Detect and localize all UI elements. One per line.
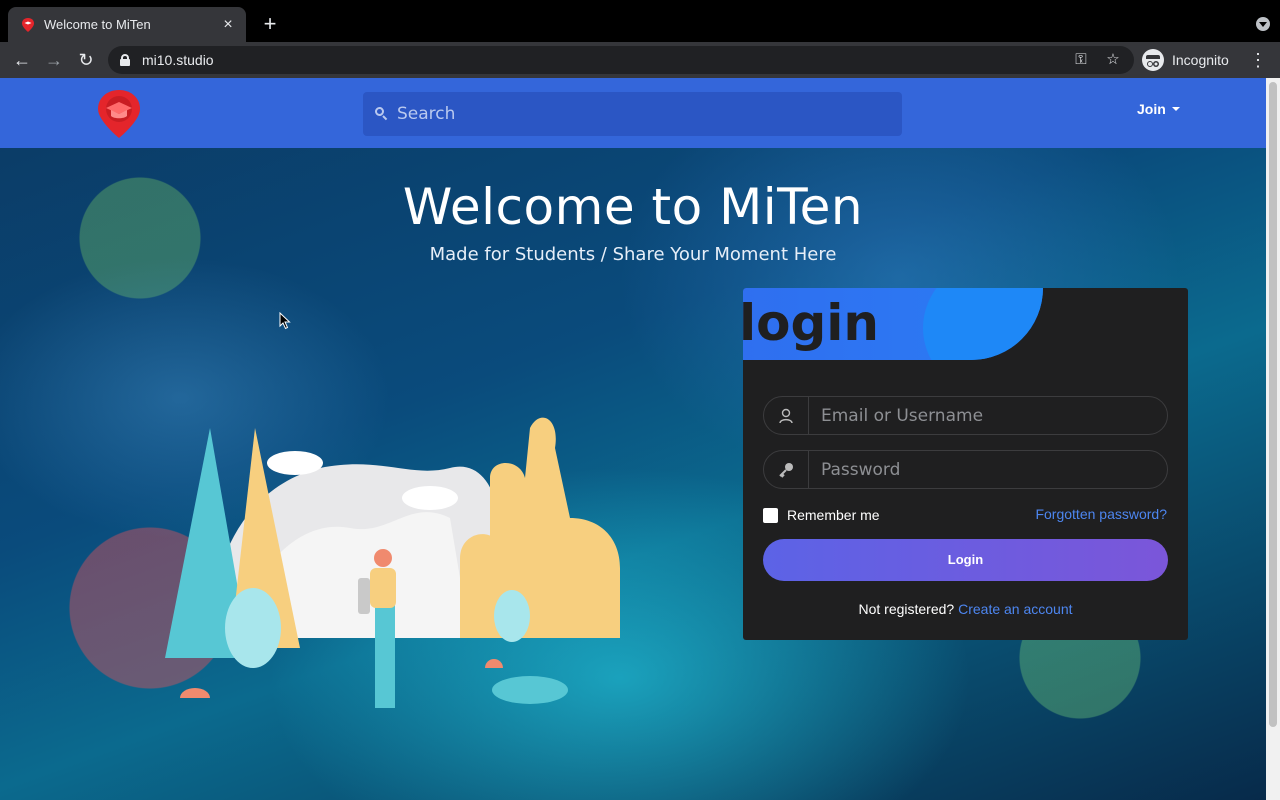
- login-button[interactable]: Login: [763, 539, 1168, 581]
- hero-illustration: [165, 417, 620, 708]
- tab-title: Welcome to MiTen: [44, 17, 151, 32]
- site-navbar: Join: [0, 78, 1266, 148]
- browser-tab[interactable]: Welcome to MiTen ×: [8, 7, 246, 42]
- create-account-link[interactable]: Create an account: [958, 601, 1072, 617]
- search-bar[interactable]: [363, 92, 902, 136]
- miten-logo-icon[interactable]: [96, 88, 142, 140]
- incognito-icon: [1142, 49, 1164, 71]
- forward-arrow-icon[interactable]: →: [42, 48, 66, 72]
- incognito-profile[interactable]: Incognito: [1142, 46, 1229, 74]
- incognito-label: Incognito: [1172, 52, 1229, 68]
- lock-icon: [120, 54, 130, 66]
- user-icon: [764, 397, 809, 434]
- password-field[interactable]: [763, 450, 1168, 489]
- reload-icon[interactable]: ↻: [74, 48, 98, 72]
- key-icon[interactable]: ⚿: [1071, 50, 1091, 70]
- search-input[interactable]: [397, 104, 877, 124]
- hero-title: Welcome to MiTen: [402, 178, 864, 236]
- back-arrow-icon[interactable]: ←: [10, 48, 34, 72]
- hero-subtitle: Made for Students / Share Your Moment He…: [429, 244, 837, 265]
- forgot-password-link[interactable]: Forgotten password?: [1035, 506, 1167, 522]
- remember-me-label: Remember me: [787, 507, 880, 523]
- password-input[interactable]: [809, 459, 1167, 480]
- page-viewport: Join Welcome to MiTen Made for Students …: [0, 78, 1266, 800]
- url-text: mi10.studio: [142, 52, 214, 68]
- address-bar[interactable]: mi10.studio ⚿ ☆: [108, 46, 1134, 74]
- key-icon: [764, 451, 809, 488]
- star-icon[interactable]: ☆: [1103, 50, 1123, 70]
- page-scrollbar[interactable]: [1266, 78, 1280, 800]
- email-input[interactable]: [809, 405, 1167, 426]
- mouse-cursor-icon: [279, 312, 291, 330]
- join-label: Join: [1137, 101, 1166, 117]
- register-prompt: Not registered? Create an account: [743, 601, 1188, 617]
- scrollbar-thumb[interactable]: [1269, 82, 1277, 727]
- login-title: login: [743, 294, 880, 352]
- chevron-down-icon: [1171, 107, 1180, 111]
- browser-menu-icon[interactable]: ⋮: [1248, 48, 1268, 72]
- email-field[interactable]: [763, 396, 1168, 435]
- browser-tab-strip: Welcome to MiTen × +: [0, 0, 1280, 42]
- remember-me[interactable]: Remember me: [763, 507, 880, 523]
- close-tab-icon[interactable]: ×: [220, 16, 236, 34]
- miten-favicon-icon: [22, 17, 34, 32]
- remember-me-checkbox[interactable]: [763, 507, 778, 523]
- new-tab-icon[interactable]: +: [258, 12, 282, 36]
- tab-search-icon[interactable]: [1256, 17, 1270, 31]
- register-question: Not registered?: [858, 601, 955, 617]
- browser-toolbar: ← → ↻ mi10.studio ⚿ ☆ Incognito ⋮: [0, 42, 1280, 78]
- join-dropdown[interactable]: Join: [1137, 101, 1180, 117]
- search-icon: [375, 107, 389, 121]
- login-card: login Remember me Forgotten password? Lo…: [743, 288, 1188, 640]
